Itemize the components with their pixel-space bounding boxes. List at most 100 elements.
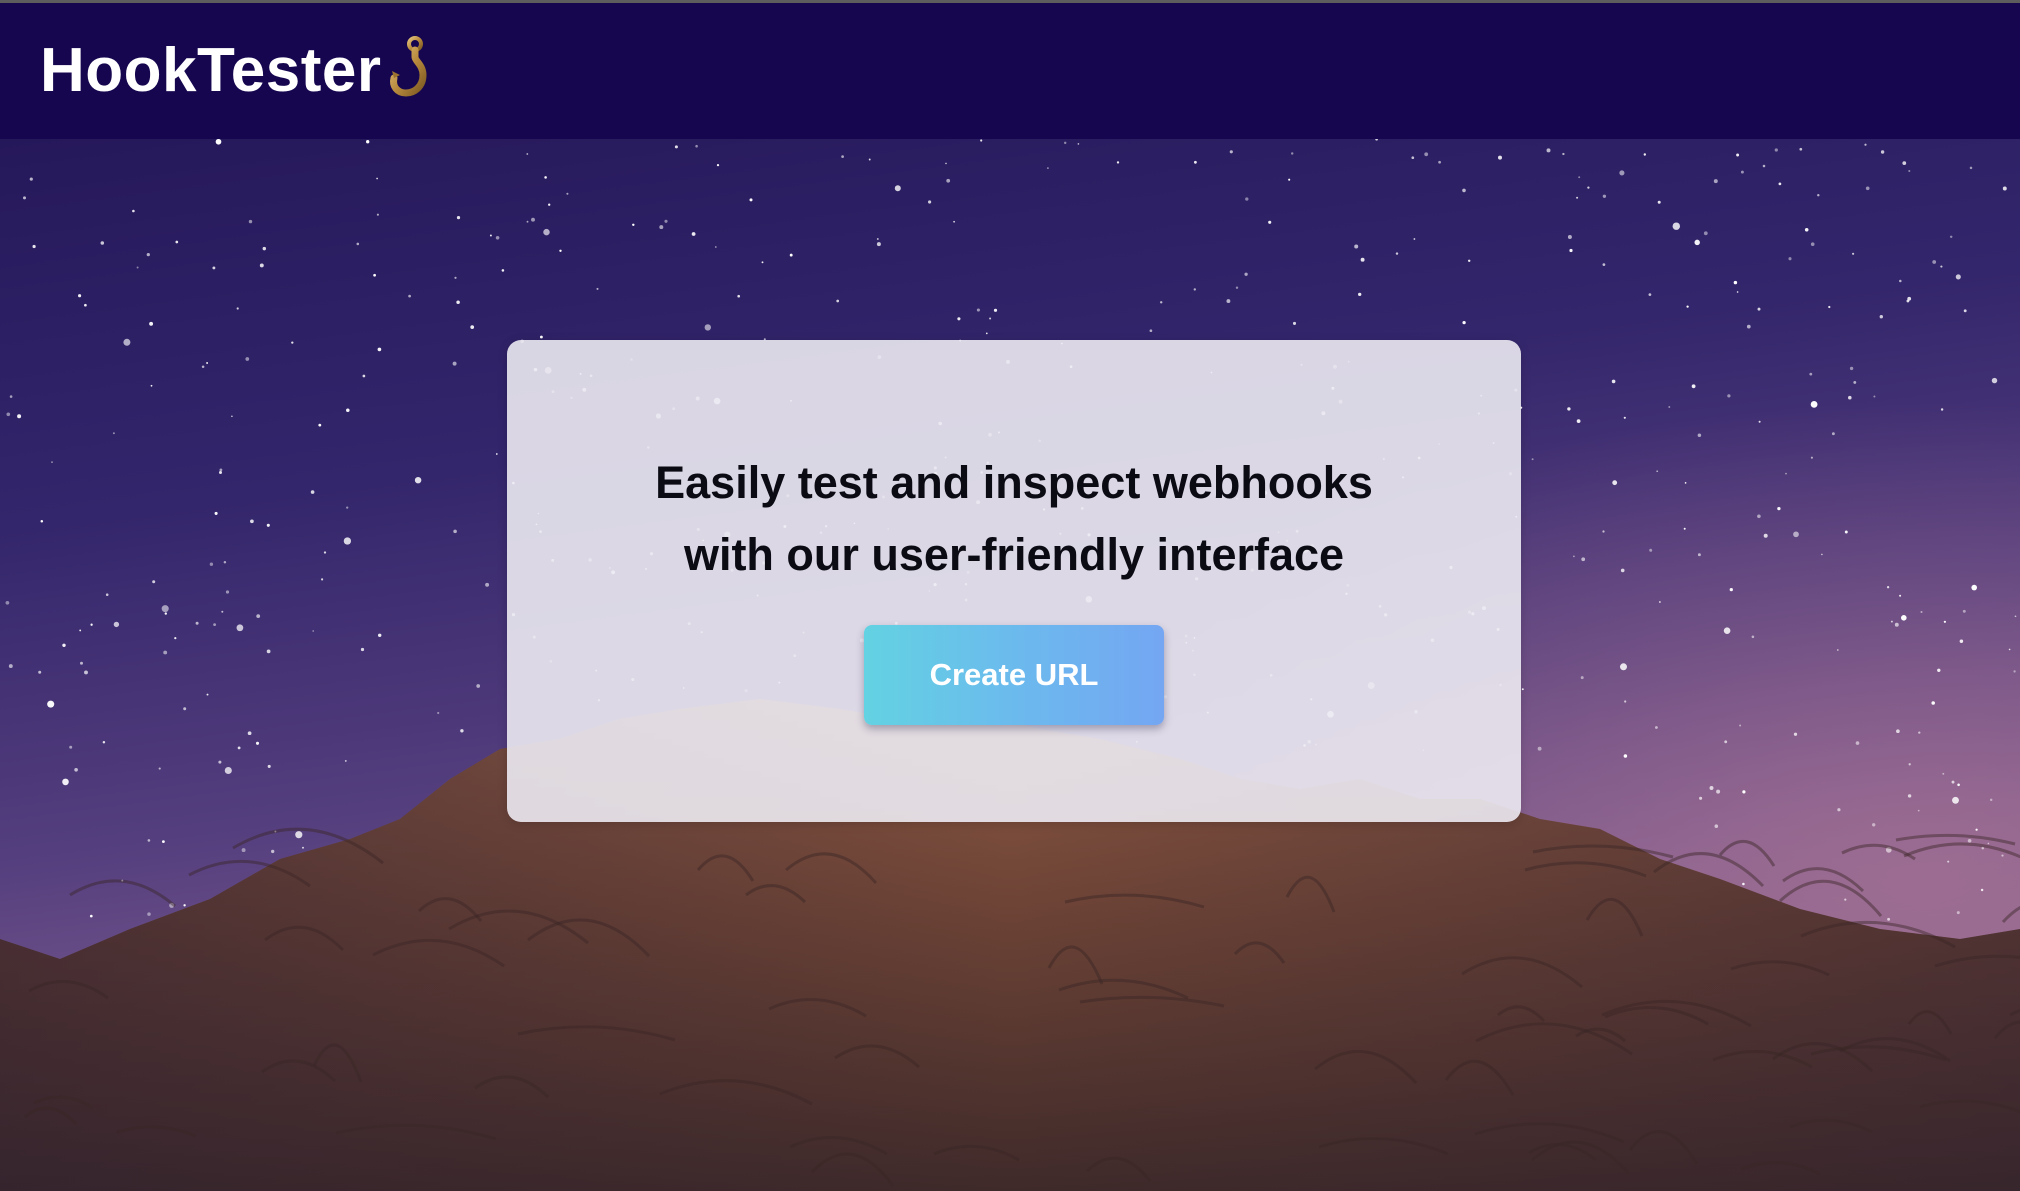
brand-logo[interactable]: HookTester [40, 36, 438, 102]
star [1655, 726, 1658, 729]
star [201, 365, 205, 369]
star [1729, 587, 1733, 592]
star [1649, 548, 1653, 552]
star [123, 338, 131, 346]
star [259, 263, 264, 268]
star [1724, 740, 1728, 744]
star [1643, 153, 1647, 156]
star [1943, 620, 1947, 623]
star [716, 164, 720, 167]
star [149, 321, 154, 326]
star [559, 249, 562, 252]
page: HookTester Easily test and inspect webho… [0, 0, 2020, 1191]
star [1116, 161, 1120, 164]
star [1063, 141, 1067, 145]
star [247, 731, 252, 736]
star [1424, 152, 1429, 157]
star [321, 578, 324, 581]
star [1837, 808, 1841, 812]
star [1354, 244, 1359, 249]
star [163, 650, 168, 655]
star [1657, 200, 1661, 204]
star [271, 849, 275, 854]
star [1804, 228, 1809, 232]
star [1573, 555, 1575, 558]
star [343, 537, 352, 545]
star [162, 840, 165, 843]
star [989, 317, 992, 320]
star [356, 242, 360, 246]
star [894, 185, 901, 192]
star [1411, 156, 1415, 160]
star [985, 332, 988, 335]
star [946, 178, 951, 183]
star [1244, 272, 1248, 276]
star [1699, 796, 1703, 800]
star [1602, 194, 1607, 198]
star [1226, 299, 1231, 304]
star [543, 228, 550, 236]
star [2001, 854, 2004, 857]
star [1947, 860, 1950, 863]
star [231, 415, 233, 418]
create-url-button[interactable]: Create URL [864, 625, 1164, 725]
star [1462, 320, 1466, 325]
star [1703, 231, 1708, 236]
star [206, 693, 209, 696]
star [659, 225, 664, 230]
star [452, 361, 457, 366]
star [174, 637, 177, 640]
star [236, 624, 244, 632]
star [74, 767, 78, 772]
star [29, 177, 33, 181]
star [460, 729, 464, 733]
hero-headline: Easily test and inspect webhooks with ou… [564, 447, 1464, 591]
star [1955, 274, 1961, 280]
star [749, 198, 753, 202]
star [291, 341, 294, 344]
star [245, 357, 250, 361]
star [84, 670, 88, 675]
star [147, 839, 151, 842]
star [212, 266, 216, 270]
star [102, 740, 106, 744]
star [323, 551, 327, 554]
star [544, 176, 547, 179]
star [1733, 280, 1738, 285]
star [1288, 178, 1291, 181]
hero-headline-line-2: with our user-friendly interface [683, 529, 1345, 580]
star [1810, 456, 1813, 459]
star [1793, 732, 1798, 736]
star [1962, 609, 1966, 613]
star [346, 506, 349, 509]
star [928, 200, 932, 204]
star [1546, 148, 1551, 153]
hero-headline-line-1: Easily test and inspect webhooks [655, 457, 1373, 508]
star [1809, 372, 1813, 376]
star [1757, 514, 1761, 519]
star [1567, 407, 1571, 411]
star [1937, 668, 1941, 672]
star [761, 261, 764, 264]
star [1907, 794, 1912, 798]
star [17, 414, 22, 419]
star [1991, 377, 1998, 384]
star [1736, 291, 1739, 293]
star [526, 220, 529, 223]
star [1865, 186, 1870, 191]
star [1894, 622, 1899, 627]
star [2014, 615, 2017, 618]
star [1899, 279, 1902, 283]
star [526, 153, 529, 155]
star [150, 384, 153, 387]
star [1672, 222, 1681, 230]
star [248, 219, 253, 224]
star [373, 273, 376, 277]
star [1908, 169, 1911, 173]
star [62, 643, 66, 648]
star [1942, 772, 1945, 775]
star [1810, 242, 1815, 246]
star [40, 520, 44, 523]
star [1844, 898, 1847, 901]
star [1848, 395, 1852, 400]
